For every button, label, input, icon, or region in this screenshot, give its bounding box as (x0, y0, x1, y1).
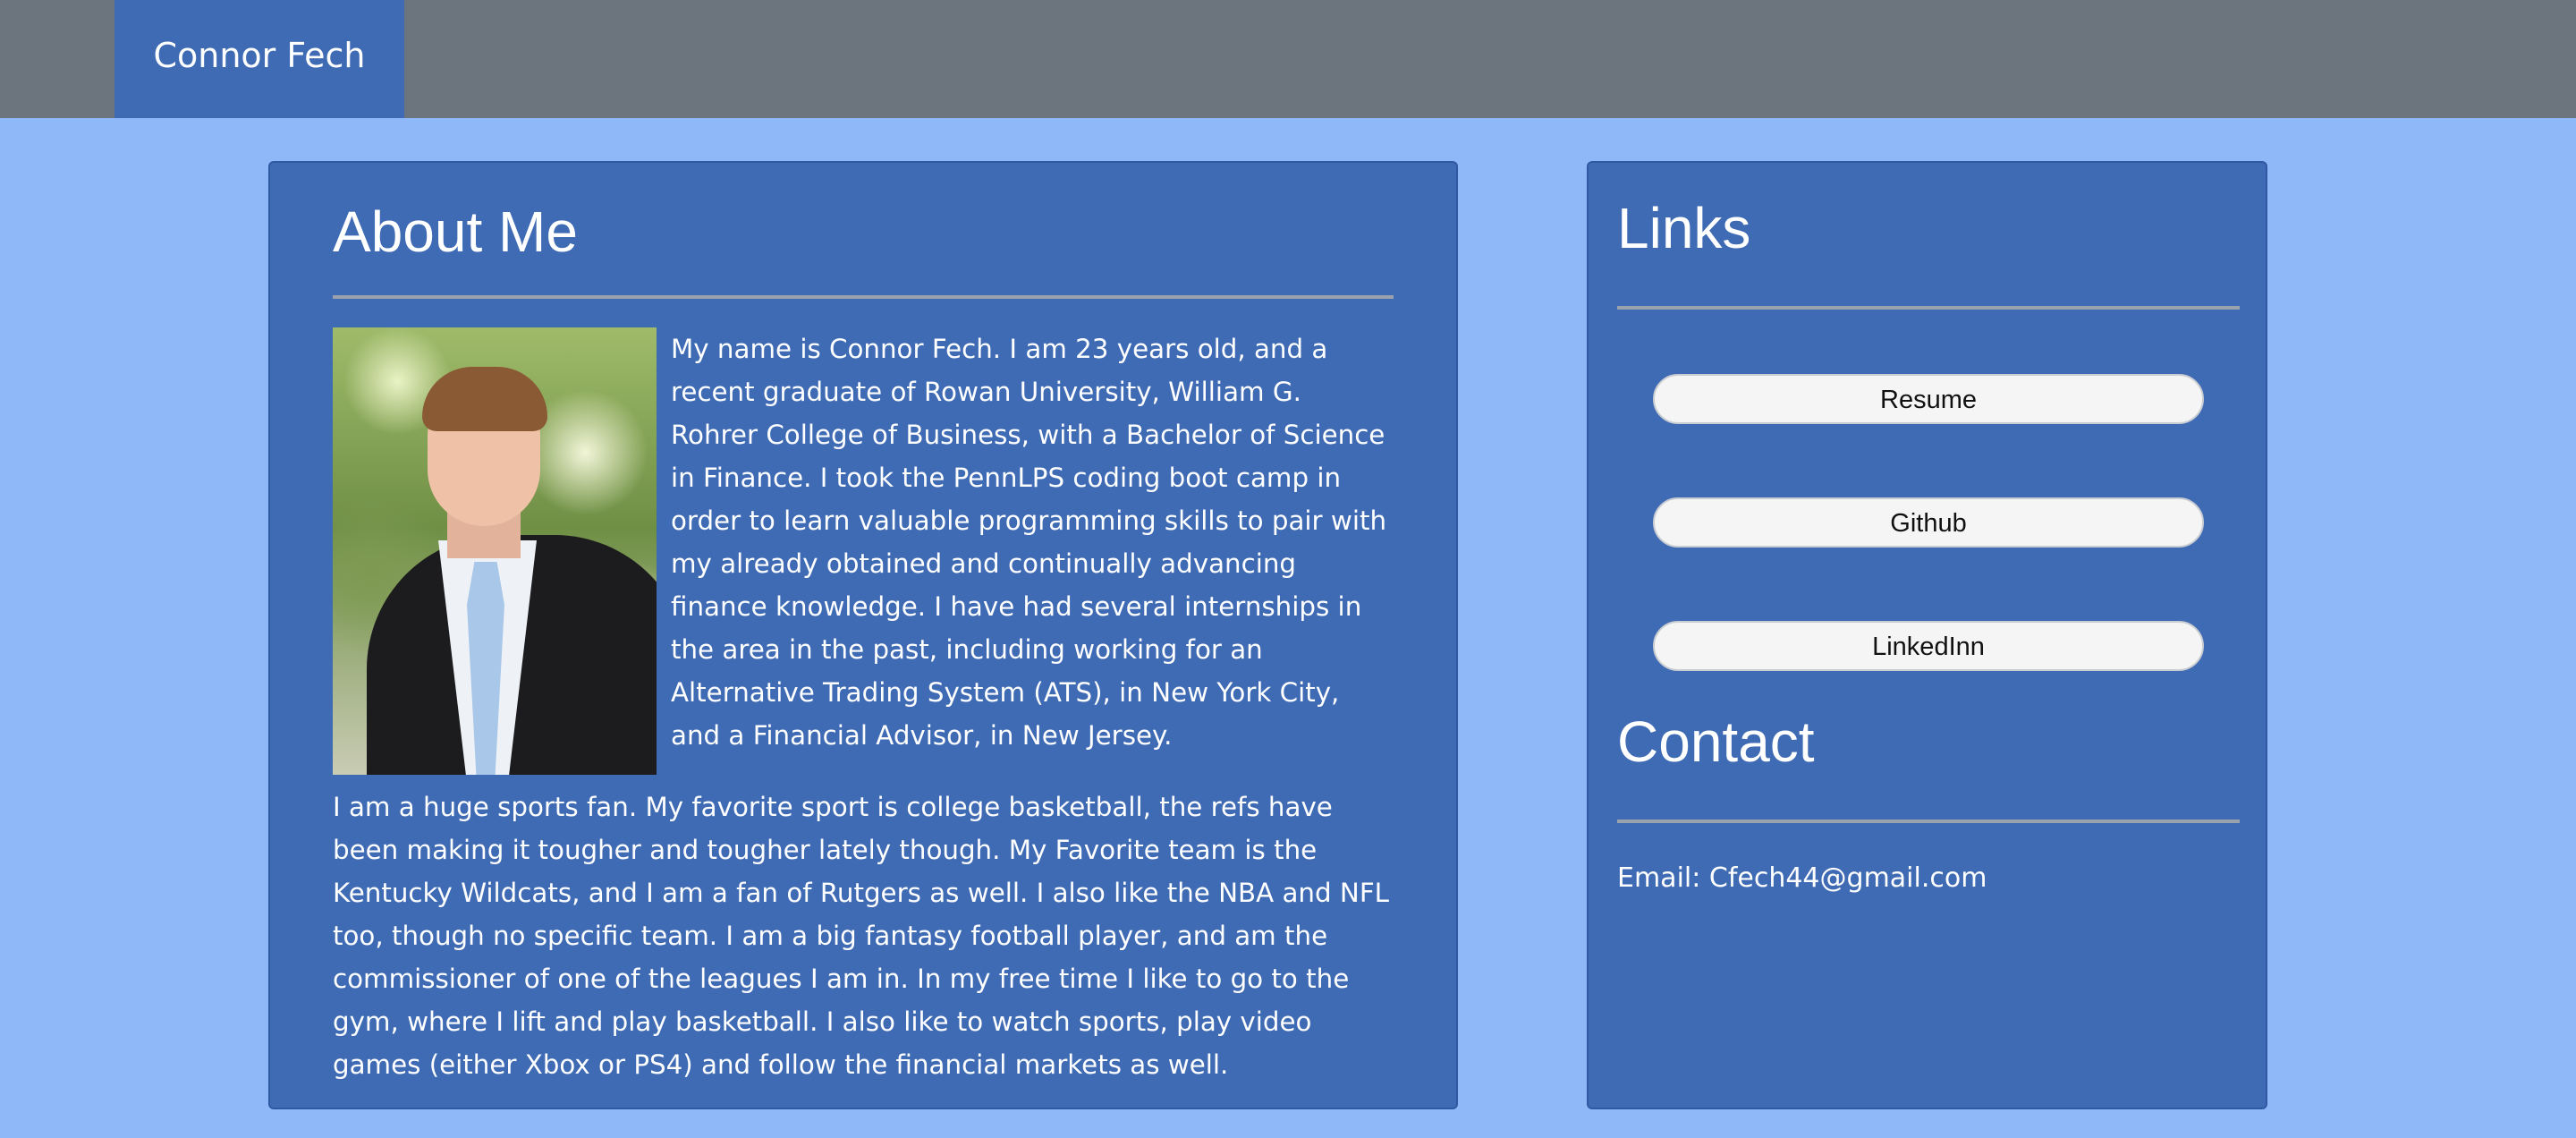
top-navbar: Connor Fech (0, 0, 2576, 118)
links-card: Links Resume Github LinkedInn Contact Em… (1587, 161, 2267, 1109)
resume-button[interactable]: Resume (1653, 374, 2204, 424)
profile-photo (333, 327, 657, 775)
contact-divider (1617, 820, 2240, 823)
linkedin-button[interactable]: LinkedInn (1653, 621, 2204, 671)
links-title: Links (1617, 196, 1751, 260)
about-divider (333, 295, 1394, 299)
contact-email: Email: Cfech44@gmail.com (1617, 862, 1987, 894)
about-title: About Me (333, 200, 578, 264)
about-body: My name is Connor Fech. I am 23 years ol… (333, 327, 1395, 1115)
links-divider (1617, 306, 2240, 310)
about-card: About Me My name is Connor Fech. I am 23… (268, 161, 1458, 1109)
github-button[interactable]: Github (1653, 497, 2204, 548)
contact-title: Contact (1617, 709, 1815, 774)
brand-link[interactable]: Connor Fech (114, 0, 404, 118)
about-paragraph-2: I am a huge sports fan. My favorite spor… (333, 792, 1389, 1080)
